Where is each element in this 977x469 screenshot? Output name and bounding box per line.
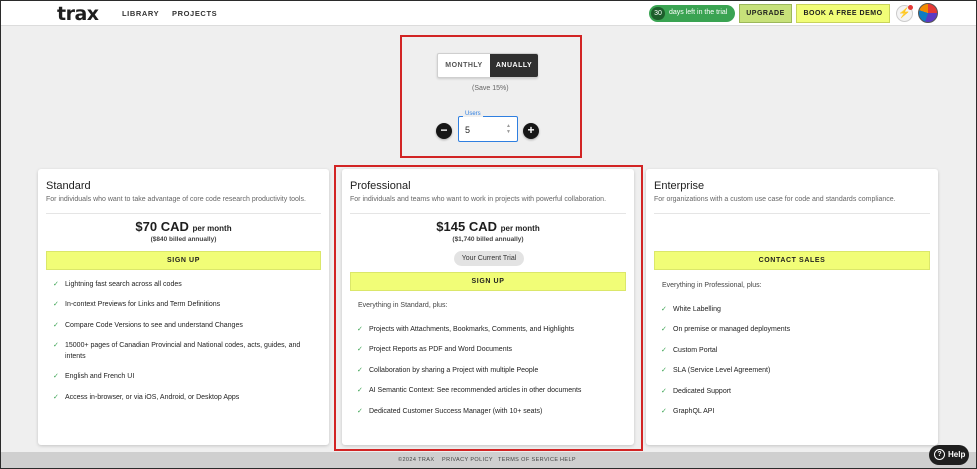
trial-status-badge[interactable]: 30 days left in the trial <box>649 5 735 22</box>
billing-period-toggle: MONTHLY ANUALLY <box>437 53 538 78</box>
feature-text: Custom Portal <box>673 347 718 354</box>
plan-card-standard: Standard For individuals who want to tak… <box>38 169 329 445</box>
check-icon: ✓ <box>357 387 363 394</box>
check-icon: ✓ <box>357 408 363 415</box>
plan-card-professional: Professional For individuals and teams w… <box>342 169 634 445</box>
book-demo-button[interactable]: BOOK A FREE DEMO <box>796 4 890 23</box>
footer-copyright: ©2024 TRAX <box>398 457 435 463</box>
plan-intro: Everything in Standard, plus: <box>358 302 448 309</box>
check-icon: ✓ <box>53 301 59 308</box>
trax-logo[interactable]: trax <box>57 3 99 25</box>
check-icon: ✓ <box>53 373 59 380</box>
plan-card-enterprise: Enterprise For organizations with a cust… <box>646 169 938 445</box>
plan-name: Enterprise <box>654 180 705 192</box>
users-quantity-field[interactable]: Users 5 ▲ ▼ <box>458 111 518 142</box>
plan-description: For individuals and teams who want to wo… <box>350 196 607 203</box>
divider <box>654 213 930 214</box>
feature-text: White Labelling <box>673 306 721 313</box>
footer-terms-link[interactable]: TERMS OF SERVICE <box>498 457 558 463</box>
feature-text: In-context Previews for Links and Term D… <box>65 301 221 308</box>
feature-text: SLA (Service Level Agreement) <box>673 367 771 374</box>
increase-users-button[interactable]: + <box>523 123 539 139</box>
users-field-value[interactable]: 5 <box>465 125 470 135</box>
billed-annually-note: ($840 billed annually) <box>150 236 217 243</box>
feature-text: English and French UI <box>65 373 135 380</box>
price-period: per month <box>192 224 232 233</box>
footer-help-link[interactable]: HELP <box>560 457 576 463</box>
feature-text: GraphQL API <box>673 408 715 415</box>
check-icon: ✓ <box>53 394 59 401</box>
plan-name: Professional <box>350 180 411 192</box>
current-trial-badge: Your Current Trial <box>454 251 524 266</box>
check-icon: ✓ <box>53 342 59 349</box>
pricing-page: trax LIBRARY PROJECTS 30 days left in th… <box>1 1 976 468</box>
footer-privacy-link[interactable]: PRIVACY POLICY <box>442 457 493 463</box>
feature-text: AI Semantic Context: See recommended art… <box>369 387 582 394</box>
feature-text: Dedicated Customer Success Manager (with… <box>369 408 543 415</box>
annual-option[interactable]: ANUALLY <box>490 54 538 77</box>
decrease-users-button[interactable]: − <box>436 123 452 139</box>
spinner-arrows-icon[interactable]: ▲ ▼ <box>506 123 511 135</box>
help-label: Help <box>948 450 966 459</box>
check-icon: ✓ <box>53 281 59 288</box>
check-icon: ✓ <box>661 347 667 354</box>
feature-text: Projects with Attachments, Bookmarks, Co… <box>369 326 575 333</box>
feature-text: 15000+ pages of Canadian Provincial and … <box>65 342 301 360</box>
monthly-option[interactable]: MONTHLY <box>438 54 490 77</box>
trial-days-count: 30 <box>651 7 665 20</box>
plan-description: For organizations with a custom use case… <box>654 196 896 203</box>
check-icon: ✓ <box>53 322 59 329</box>
check-icon: ✓ <box>357 326 363 333</box>
top-navigation-bar: trax LIBRARY PROJECTS 30 days left in th… <box>1 1 976 26</box>
feature-text: Project Reports as PDF and Word Document… <box>369 346 513 353</box>
nav-projects[interactable]: PROJECTS <box>172 9 217 18</box>
price-amount: $145 CAD <box>436 219 497 234</box>
help-button[interactable]: ? Help <box>929 445 969 465</box>
help-icon: ? <box>934 449 945 460</box>
page-footer: ©2024 TRAX PRIVACY POLICY TERMS OF SERVI… <box>1 452 976 468</box>
lightning-icon[interactable]: ⚡ <box>896 5 913 22</box>
feature-text: Compare Code Versions to see and underst… <box>65 322 243 329</box>
feature-text: Lightning fast search across all codes <box>65 281 182 288</box>
check-icon: ✓ <box>661 388 667 395</box>
professional-sign-up-button[interactable]: SIGN UP <box>350 272 626 291</box>
plan-price: $145 CAD per month <box>342 219 634 234</box>
annual-savings-note: (Save 15%) <box>472 85 509 92</box>
feature-text: On premise or managed deployments <box>673 326 791 333</box>
trial-days-text: days left in the trial <box>669 9 728 16</box>
standard-sign-up-button[interactable]: SIGN UP <box>46 251 321 270</box>
feature-text: Dedicated Support <box>673 388 731 395</box>
users-field-label: Users <box>463 111 483 117</box>
avatar[interactable] <box>918 3 938 23</box>
notification-dot <box>908 5 913 10</box>
plan-intro: Everything in Professional, plus: <box>662 282 762 289</box>
check-icon: ✓ <box>357 346 363 353</box>
check-icon: ✓ <box>661 408 667 415</box>
check-icon: ✓ <box>661 367 667 374</box>
plan-name: Standard <box>46 180 91 192</box>
plan-description: For individuals who want to take advanta… <box>46 196 306 203</box>
feature-text: Access in-browser, or via iOS, Android, … <box>65 394 240 401</box>
check-icon: ✓ <box>357 367 363 374</box>
check-icon: ✓ <box>661 306 667 313</box>
divider <box>46 213 321 214</box>
price-period: per month <box>500 224 540 233</box>
check-icon: ✓ <box>661 326 667 333</box>
plan-price: $70 CAD per month <box>38 219 329 234</box>
feature-text: Collaboration by sharing a Project with … <box>369 367 539 374</box>
divider <box>350 213 626 214</box>
price-amount: $70 CAD <box>135 219 189 234</box>
contact-sales-button[interactable]: CONTACT SALES <box>654 251 930 270</box>
upgrade-button[interactable]: UPGRADE <box>739 4 792 23</box>
billed-annually-note: ($1,740 billed annually) <box>452 236 524 243</box>
nav-library[interactable]: LIBRARY <box>122 9 159 18</box>
